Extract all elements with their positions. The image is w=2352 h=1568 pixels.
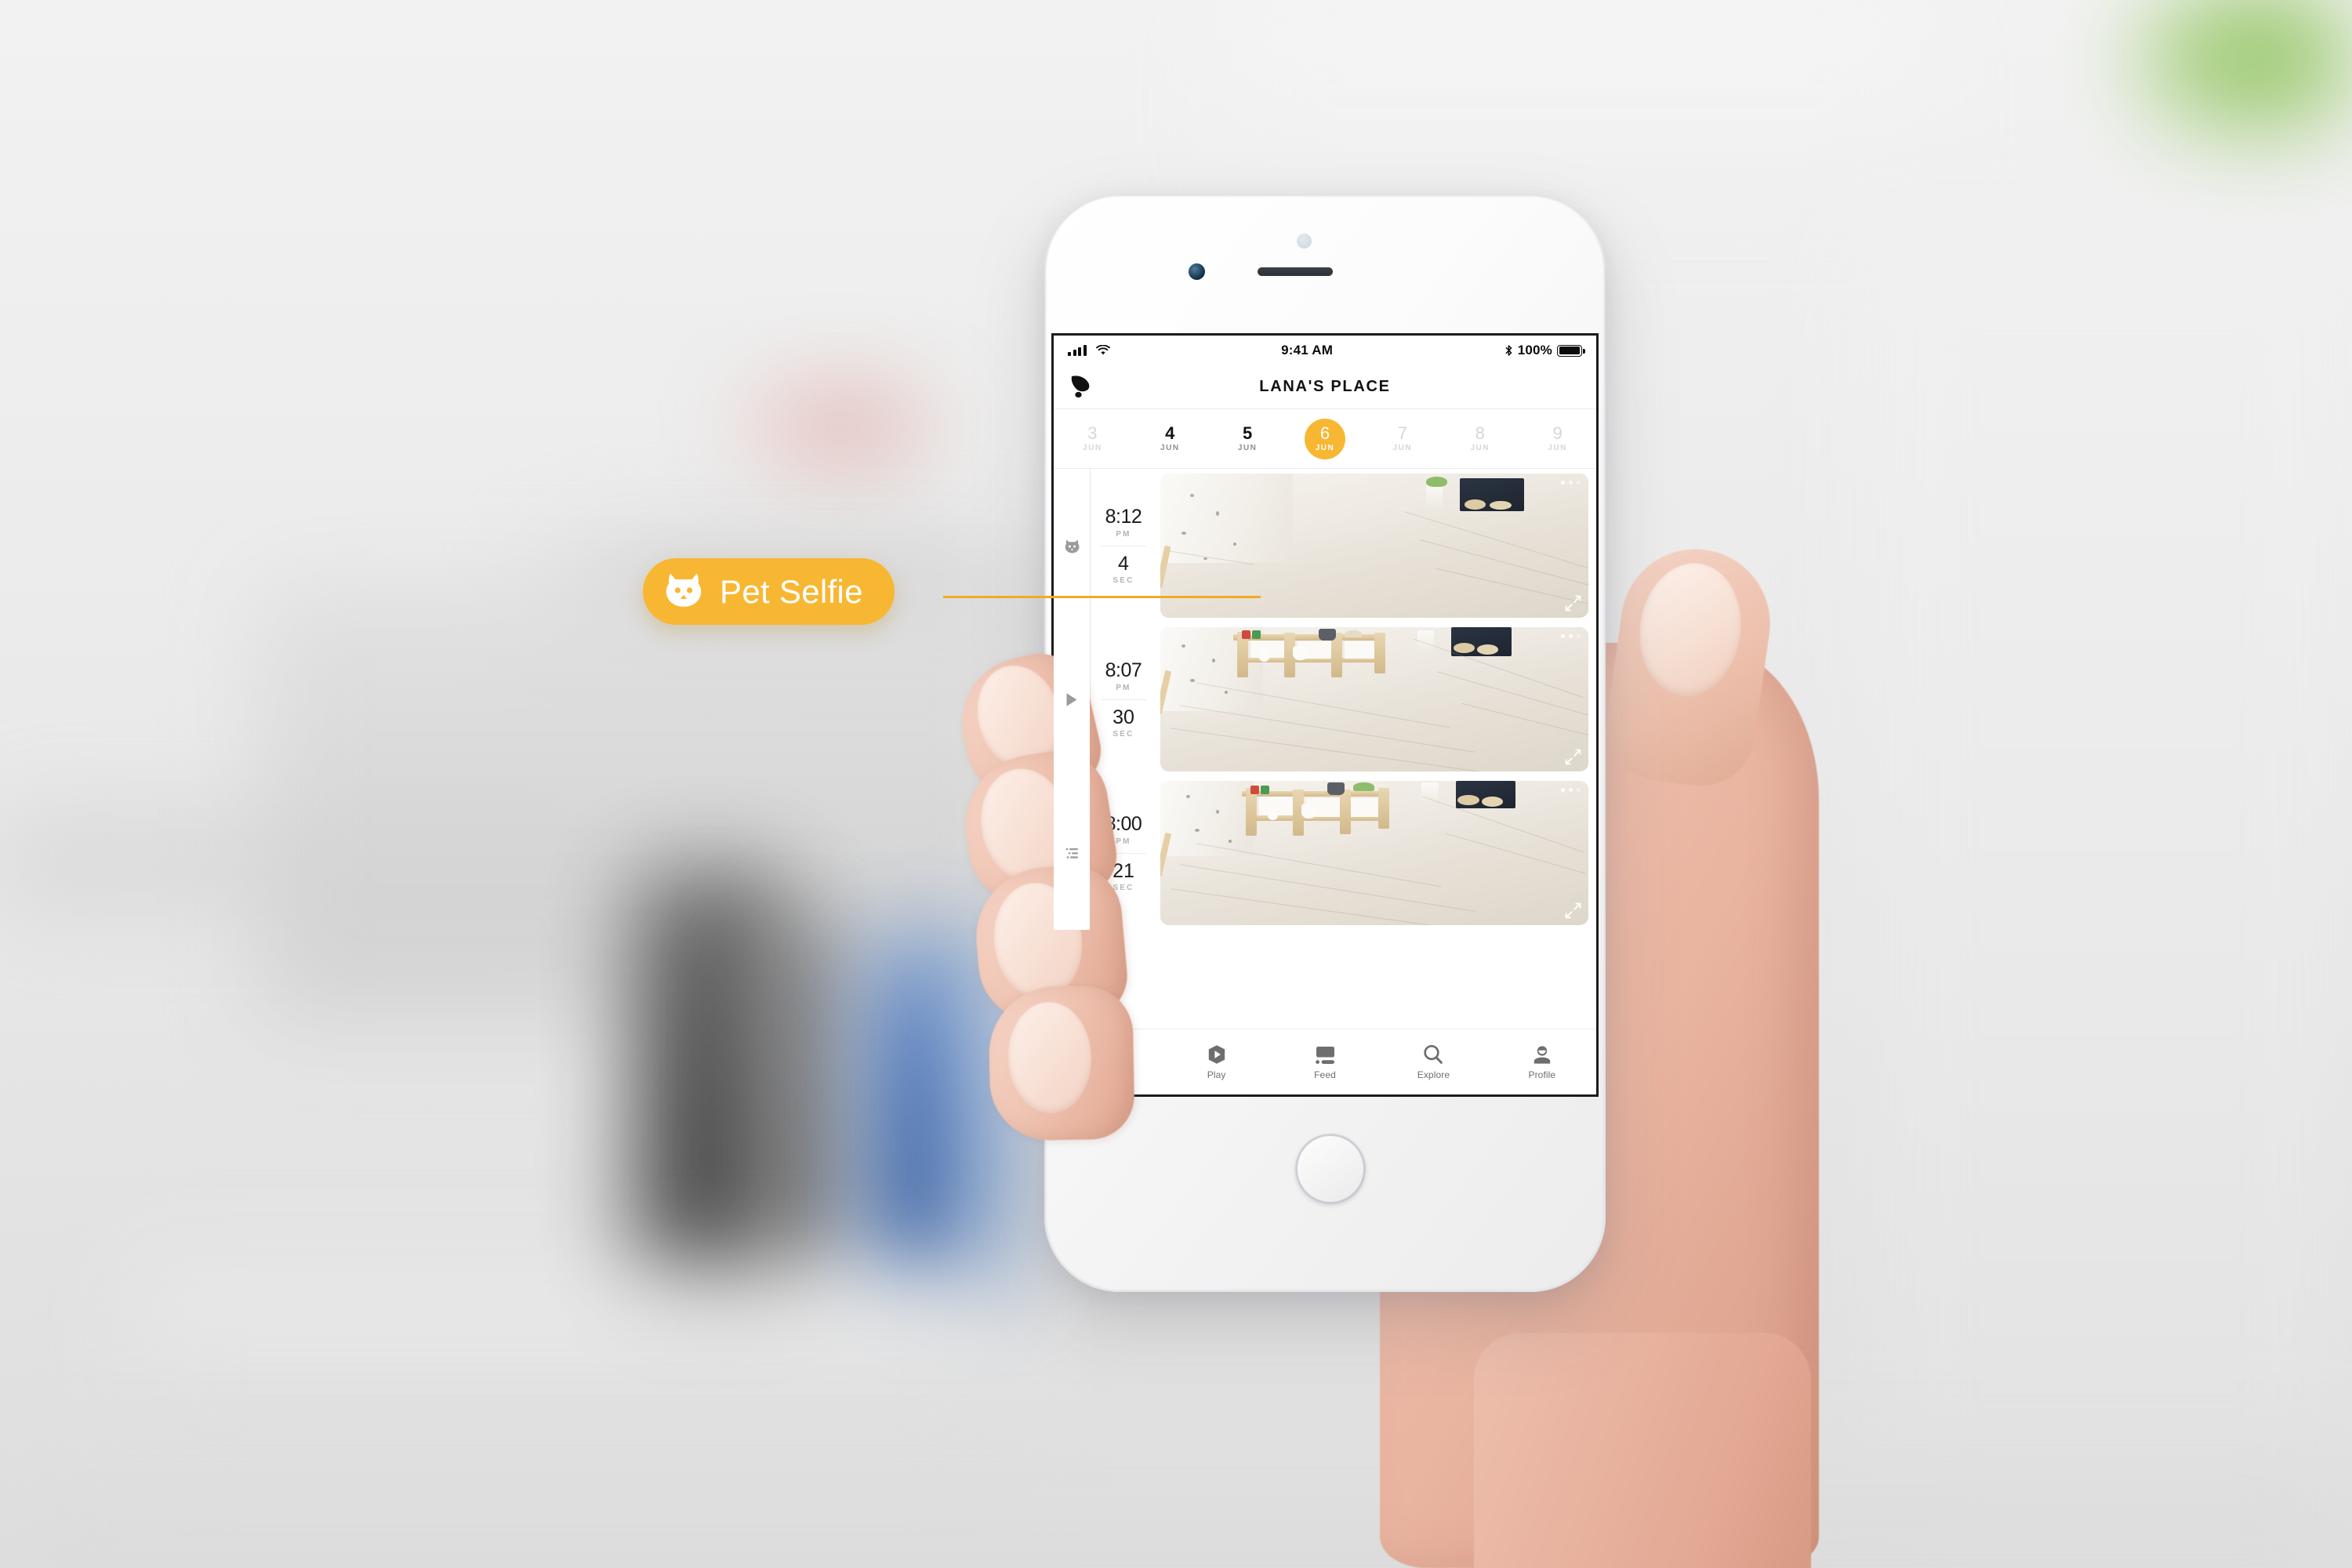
home-button[interactable] — [1295, 1134, 1366, 1204]
feed-icon — [1315, 1044, 1336, 1065]
background-plant — [2117, 0, 2352, 149]
date-day: 5 — [1243, 423, 1253, 443]
bottom-tab-bar: Home Play F — [1054, 1029, 1596, 1094]
battery-percent-label: 100% — [1517, 343, 1552, 358]
wifi-icon — [1095, 345, 1110, 355]
phone-device: 9:41 AM 100% LANA'S PLACE 3 JUN 4 JUN 5 … — [1044, 194, 1606, 1292]
date-strip[interactable]: 3 JUN 4 JUN 5 JUN 6 JUN 7 JUN 8 JUN 9 JU… — [1054, 409, 1596, 469]
search-icon — [1423, 1044, 1443, 1065]
phone-screen: 9:41 AM 100% LANA'S PLACE 3 JUN 4 JUN 5 … — [1054, 336, 1596, 1094]
tab-feed[interactable]: Feed — [1271, 1044, 1379, 1080]
pet-face-icon — [663, 571, 704, 612]
photo-brick-wall — [1160, 474, 1294, 564]
event-duration-unit: SEC — [1112, 729, 1134, 739]
event-timeline: 8:12 PM 4 SEC 8:07 PM 30 SEC 8:00 PM 21 … — [1054, 469, 1596, 930]
timeline-row[interactable]: 8:07 PM 30 SEC — [1054, 622, 1596, 776]
hand-wrist — [1474, 1333, 1811, 1568]
date-day: 9 — [1552, 423, 1563, 443]
status-bar-left — [1068, 345, 1110, 356]
play-hex-icon — [1207, 1044, 1227, 1065]
date-item-6-selected[interactable]: 6 JUN — [1287, 418, 1364, 459]
date-day: 6 — [1319, 423, 1330, 443]
date-month: JUN — [1083, 444, 1102, 452]
date-item-5[interactable]: 5 JUN — [1209, 423, 1287, 453]
pet-selfie-callout: Pet Selfie — [643, 558, 895, 625]
more-dots-icon — [1561, 634, 1581, 638]
background-dark-books-2 — [753, 925, 839, 1294]
date-month: JUN — [1548, 444, 1567, 452]
event-thumbnail[interactable] — [1160, 781, 1588, 925]
battery-full-icon — [1557, 344, 1585, 357]
callout-label: Pet Selfie — [720, 572, 863, 610]
date-day: 7 — [1397, 423, 1407, 443]
person-icon — [1532, 1044, 1552, 1065]
earpiece-speaker — [1258, 267, 1333, 276]
expand-arrows-icon[interactable] — [1565, 749, 1581, 765]
divider — [1101, 699, 1146, 700]
event-ampm: PM — [1116, 529, 1131, 539]
date-month: JUN — [1237, 444, 1258, 452]
tab-play[interactable]: Play — [1162, 1044, 1270, 1080]
event-duration-unit: SEC — [1112, 575, 1134, 585]
event-duration: 30 — [1112, 706, 1134, 728]
tab-profile[interactable]: Profile — [1488, 1044, 1596, 1080]
app-header: LANA'S PLACE — [1054, 365, 1596, 409]
tab-label: Explore — [1417, 1069, 1450, 1080]
status-bar-time: 9:41 AM — [1281, 343, 1334, 358]
status-bar-right: 100% — [1504, 343, 1585, 358]
background-window — [1223, 0, 1929, 204]
event-duration: 4 — [1118, 552, 1129, 575]
event-duration: 21 — [1112, 859, 1134, 882]
play-triangle-icon — [1054, 622, 1090, 776]
background-red-object — [729, 392, 949, 463]
more-dots-icon — [1561, 788, 1581, 792]
date-item-9[interactable]: 9 JUN — [1519, 423, 1596, 453]
date-month: JUN — [1315, 444, 1335, 452]
tab-explore[interactable]: Explore — [1379, 1044, 1487, 1080]
timeline-row[interactable]: 8:12 PM 4 SEC — [1054, 469, 1596, 622]
event-ampm: PM — [1116, 837, 1131, 846]
motion-activity-icon — [1054, 776, 1090, 930]
event-duration-unit: SEC — [1112, 883, 1134, 892]
photo-dog-sitting — [1160, 627, 1588, 771]
proximity-sensor — [1297, 234, 1312, 249]
status-bar: 9:41 AM 100% — [1054, 336, 1596, 365]
tab-label: Feed — [1314, 1069, 1336, 1080]
event-time: 8:07 — [1105, 659, 1142, 682]
tab-label: Profile — [1528, 1069, 1556, 1080]
date-item-8[interactable]: 8 JUN — [1441, 423, 1519, 453]
event-time-column: 8:12 PM 4 SEC — [1090, 469, 1157, 622]
timeline-row[interactable]: 8:00 PM 21 SEC — [1054, 776, 1596, 930]
expand-arrows-icon[interactable] — [1565, 595, 1581, 612]
date-day: 8 — [1475, 423, 1485, 443]
pet-selfie-face-icon — [1054, 469, 1090, 622]
date-month: JUN — [1392, 444, 1413, 452]
more-dots-icon — [1561, 481, 1581, 485]
date-item-3[interactable]: 3 JUN — [1054, 423, 1131, 453]
page-title: LANA'S PLACE — [1259, 378, 1391, 395]
date-item-4[interactable]: 4 JUN — [1131, 423, 1209, 453]
cellular-signal-icon — [1068, 345, 1087, 356]
front-camera — [1189, 263, 1205, 280]
event-time: 8:12 — [1105, 506, 1142, 528]
event-thumbnail[interactable] — [1160, 627, 1588, 771]
date-day: 3 — [1087, 423, 1098, 443]
date-day: 4 — [1165, 423, 1175, 443]
date-item-7[interactable]: 7 JUN — [1363, 423, 1441, 453]
date-month: JUN — [1470, 444, 1490, 452]
callout-connector-line — [943, 596, 1261, 598]
tab-label: Play — [1207, 1069, 1226, 1080]
date-month: JUN — [1160, 444, 1180, 452]
expand-arrows-icon[interactable] — [1565, 902, 1581, 919]
background-right-wall — [1866, 235, 2352, 1568]
photo-dog-profile — [1160, 781, 1588, 925]
bluetooth-icon — [1505, 345, 1512, 356]
background-floor — [0, 1427, 2352, 1568]
event-ampm: PM — [1116, 683, 1131, 692]
